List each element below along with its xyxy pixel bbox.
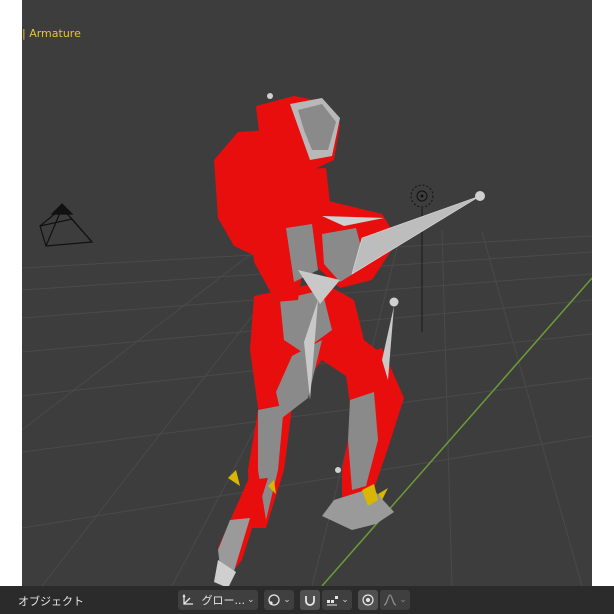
pivot-point-icon <box>268 594 280 606</box>
bone-tip[interactable] <box>475 191 485 201</box>
transform-orientation-dropdown[interactable]: グロー... ⌄ <box>178 590 258 610</box>
orientation-label: グロー... <box>201 594 245 607</box>
bone-tip[interactable] <box>267 93 273 99</box>
light-object[interactable] <box>410 184 434 332</box>
pivot-point-dropdown[interactable]: ⌄ <box>264 590 294 610</box>
bone-tip[interactable] <box>335 467 341 473</box>
proportional-falloff-dropdown[interactable]: ⌄ <box>380 590 410 610</box>
snap-increment-icon <box>327 596 339 606</box>
proportional-edit-icon <box>362 594 374 606</box>
chevron-down-icon: ⌄ <box>246 595 255 605</box>
interaction-mode-label[interactable]: オブジェクト <box>18 593 84 609</box>
snap-toggle[interactable] <box>300 590 320 610</box>
bone-tip[interactable] <box>389 297 399 307</box>
3d-viewport[interactable]: | Armature <box>22 0 592 586</box>
camera-object[interactable] <box>39 203 94 247</box>
proportional-edit-toggle[interactable] <box>358 590 378 610</box>
chevron-down-icon: ⌄ <box>283 595 291 605</box>
scene-canvas[interactable] <box>22 0 592 586</box>
snap-target-dropdown[interactable]: ⌄ <box>322 590 352 610</box>
chevron-down-icon: ⌄ <box>399 595 407 605</box>
snap-magnet-icon <box>305 596 315 606</box>
active-object-label: | Armature <box>22 27 81 40</box>
character-model[interactable] <box>214 93 485 586</box>
bone[interactable] <box>351 195 481 275</box>
chevron-down-icon: ⌄ <box>341 595 349 605</box>
transform-orientation-icon <box>183 593 194 605</box>
falloff-curve-icon <box>383 594 397 606</box>
